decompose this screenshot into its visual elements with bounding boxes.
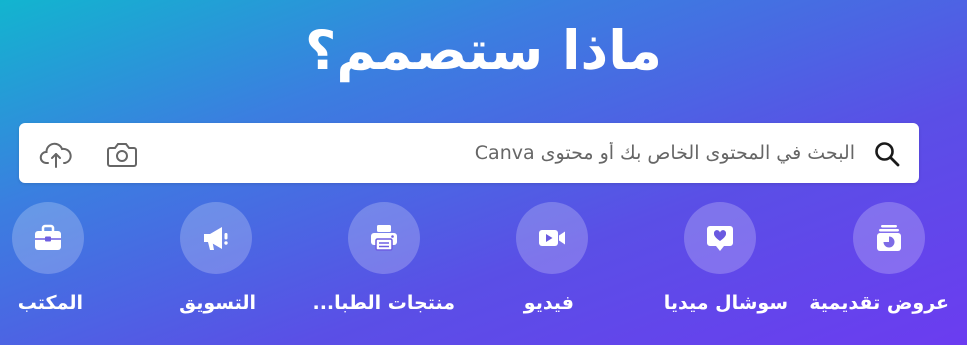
- category-label: سوشال ميديا: [663, 292, 788, 314]
- category-presentations[interactable]: عروض تقديمية: [809, 202, 959, 332]
- search-input[interactable]: [295, 135, 855, 171]
- category-icon-circle: [516, 202, 588, 274]
- briefcase-icon: [35, 224, 61, 250]
- printer-icon: [371, 225, 397, 251]
- social-media-heart-icon: [707, 226, 733, 251]
- category-icon-circle: [348, 202, 420, 274]
- category-icon-circle: [684, 202, 756, 274]
- presentation-icon: [877, 225, 901, 251]
- category-social-media[interactable]: سوشال ميديا: [650, 202, 790, 332]
- video-camera-icon: [539, 230, 565, 246]
- category-label: المكتب: [17, 292, 83, 314]
- category-print-products[interactable]: منتجات الطبا...: [312, 202, 455, 332]
- category-video[interactable]: فيديو: [482, 202, 622, 332]
- page-title: ماذا ستصمم؟: [305, 19, 662, 82]
- upload-cloud-icon[interactable]: [39, 139, 73, 169]
- search-icon: [875, 142, 900, 167]
- category-label: منتجات الطبا...: [312, 292, 455, 314]
- search-bar[interactable]: [19, 123, 919, 183]
- category-label: التسويق: [179, 292, 256, 314]
- category-icon-circle: [12, 202, 84, 274]
- category-marketing[interactable]: التسويق: [146, 202, 286, 332]
- camera-icon[interactable]: [105, 139, 139, 169]
- category-icon-circle: [853, 202, 925, 274]
- megaphone-icon: [204, 227, 228, 250]
- category-icon-circle: [180, 202, 252, 274]
- category-label: فيديو: [523, 292, 574, 314]
- category-label: عروض تقديمية: [809, 292, 949, 314]
- category-office[interactable]: المكتب: [0, 202, 118, 332]
- hero-banner: ماذا ستصمم؟ عروض تقديمية: [0, 0, 967, 345]
